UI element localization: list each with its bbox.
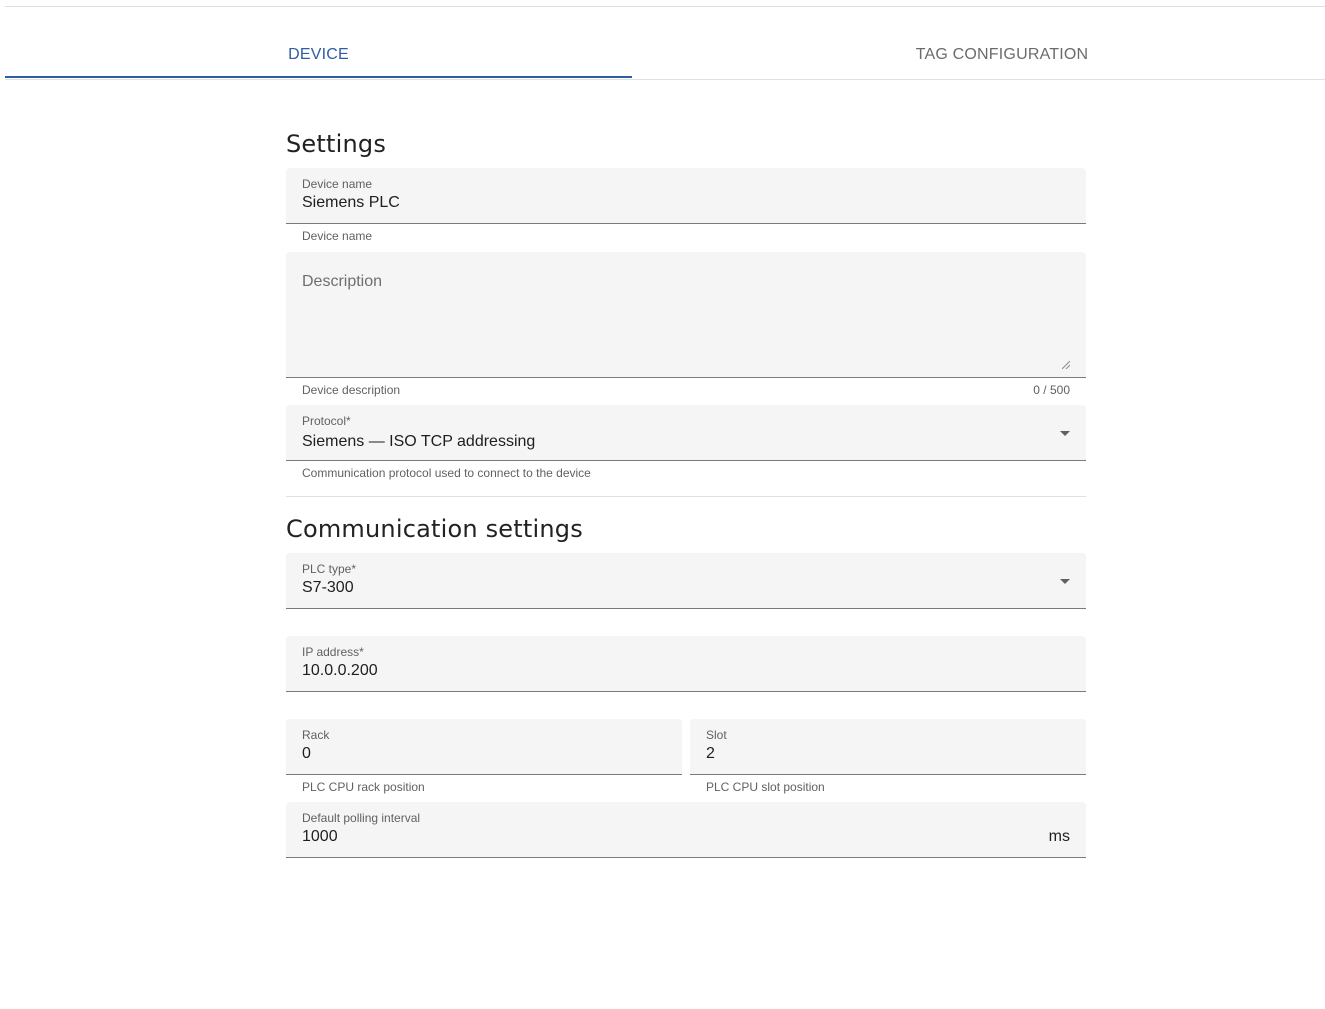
active-tab-indicator	[5, 76, 632, 78]
ip-address-field[interactable]: IP address* 10.0.0.200	[286, 636, 1086, 692]
rack-value[interactable]: 0	[302, 745, 311, 763]
protocol-value: Siemens — ISO TCP addressing	[302, 433, 536, 450]
slot-value[interactable]: 2	[706, 745, 715, 763]
polling-interval-unit: ms	[1048, 828, 1070, 845]
caret-down-icon	[1060, 431, 1070, 436]
caret-down-icon	[1060, 579, 1070, 584]
polling-interval-field[interactable]: Default polling interval 1000 ms	[286, 802, 1086, 858]
device-name-hint: Device name	[302, 229, 373, 243]
ip-address-value[interactable]: 10.0.0.200	[302, 662, 378, 680]
polling-interval-label: Default polling interval	[302, 811, 421, 825]
protocol-hint: Communication protocol used to connect t…	[302, 466, 591, 480]
description-textarea[interactable]: Description	[286, 252, 1086, 378]
top-divider	[5, 6, 1325, 7]
device-name-value[interactable]: Siemens PLC	[302, 194, 400, 212]
polling-interval-value[interactable]: 1000	[302, 828, 338, 846]
protocol-label: Protocol*	[302, 414, 351, 428]
rack-label: Rack	[302, 728, 330, 742]
rack-field[interactable]: Rack 0	[286, 719, 682, 775]
protocol-select[interactable]: Protocol* Siemens — ISO TCP addressing	[286, 405, 1086, 461]
description-hint: Device description	[302, 383, 401, 397]
slot-field[interactable]: Slot 2	[690, 719, 1086, 775]
description-counter: 0 / 500	[1033, 383, 1070, 397]
communication-settings-heading: Communication settings	[286, 515, 583, 543]
slot-hint: PLC CPU slot position	[706, 780, 825, 794]
plc-type-select[interactable]: PLC type* S7-300	[286, 553, 1086, 609]
tab-tag-configuration[interactable]: TAG CONFIGURATION	[372, 31, 1325, 78]
resize-handle-icon[interactable]	[1062, 361, 1070, 369]
section-divider	[286, 496, 1086, 497]
ip-address-label: IP address*	[302, 645, 364, 659]
tab-bar: DEVICE TAG CONFIGURATION	[5, 31, 1325, 80]
settings-heading: Settings	[286, 130, 387, 158]
device-name-label: Device name	[302, 177, 373, 191]
plc-type-value: S7-300	[302, 579, 354, 596]
device-name-field[interactable]: Device name Siemens PLC	[286, 168, 1086, 224]
slot-label: Slot	[706, 728, 727, 742]
plc-type-label: PLC type*	[302, 562, 357, 576]
rack-hint: PLC CPU rack position	[302, 780, 425, 794]
description-placeholder: Description	[302, 273, 383, 290]
